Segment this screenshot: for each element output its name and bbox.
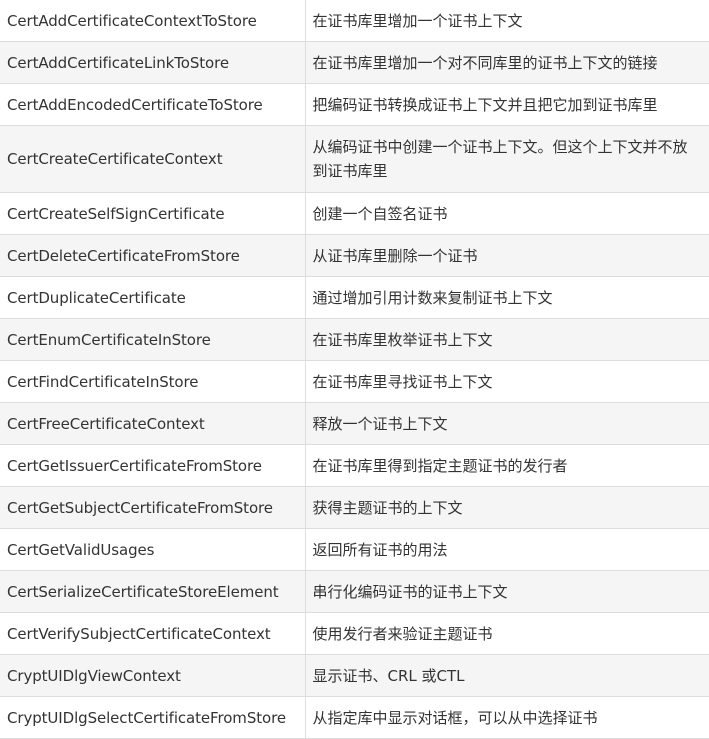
description-cell: 通过增加引用计数来复制证书上下文 xyxy=(304,276,709,319)
description-cell: 串行化编码证书的证书上下文 xyxy=(304,570,709,613)
description-cell: 创建一个自签名证书 xyxy=(304,192,709,235)
description-cell: 在证书库里增加一个证书上下文 xyxy=(304,0,709,42)
table-row: CertAddCertificateContextToStore 在证书库里增加… xyxy=(0,0,709,42)
description-cell: 从证书库里删除一个证书 xyxy=(304,234,709,277)
description-cell: 在证书库里枚举证书上下文 xyxy=(304,318,709,361)
description-cell: 使用发行者来验证主题证书 xyxy=(304,612,709,655)
function-name-cell: CertCreateSelfSignCertificate xyxy=(0,192,306,235)
table-row: CryptUIDlgSelectCertificateFromStore 从指定… xyxy=(0,696,709,739)
table-row: CertCreateSelfSignCertificate 创建一个自签名证书 xyxy=(0,192,709,235)
function-name-cell: CertVerifySubjectCertificateContext xyxy=(0,612,306,655)
table-row: CertEnumCertificateInStore 在证书库里枚举证书上下文 xyxy=(0,318,709,361)
table-row: CertGetIssuerCertificateFromStore 在证书库里得… xyxy=(0,444,709,487)
function-name-cell: CertFreeCertificateContext xyxy=(0,402,306,445)
description-cell: 在证书库里增加一个对不同库里的证书上下文的链接 xyxy=(304,41,709,84)
description-cell: 把编码证书转换成证书上下文并且把它加到证书库里 xyxy=(304,83,709,126)
function-name-cell: CertAddCertificateLinkToStore xyxy=(0,41,306,84)
table-body: CertAddCertificateContextToStore 在证书库里增加… xyxy=(0,0,709,739)
description-cell: 在证书库里寻找证书上下文 xyxy=(304,360,709,403)
table-row: CertDeleteCertificateFromStore 从证书库里删除一个… xyxy=(0,234,709,277)
function-name-cell: CertGetSubjectCertificateFromStore xyxy=(0,486,306,529)
certificate-function-table: CertAddCertificateContextToStore 在证书库里增加… xyxy=(0,0,709,739)
function-name-cell: CryptUIDlgSelectCertificateFromStore xyxy=(0,696,306,739)
function-name-cell: CryptUIDlgViewContext xyxy=(0,654,306,697)
function-name-cell: CertEnumCertificateInStore xyxy=(0,318,306,361)
function-name-cell: CertFindCertificateInStore xyxy=(0,360,306,403)
function-name-cell: CertDeleteCertificateFromStore xyxy=(0,234,306,277)
function-name-cell: CertSerializeCertificateStoreElement xyxy=(0,570,306,613)
description-cell: 从指定库中显示对话框，可以从中选择证书 xyxy=(304,696,709,739)
table-row: CertAddEncodedCertificateToStore 把编码证书转换… xyxy=(0,83,709,126)
description-cell: 在证书库里得到指定主题证书的发行者 xyxy=(304,444,709,487)
function-name-cell: CertAddCertificateContextToStore xyxy=(0,0,306,42)
table-row: CertGetSubjectCertificateFromStore 获得主题证… xyxy=(0,486,709,529)
table-row: CertVerifySubjectCertificateContext 使用发行… xyxy=(0,612,709,655)
table-row: CertSerializeCertificateStoreElement 串行化… xyxy=(0,570,709,613)
function-name-cell: CertDuplicateCertificate xyxy=(0,276,306,319)
description-cell: 从编码证书中创建一个证书上下文。但这个上下文并不放到证书库里 xyxy=(304,125,709,193)
table-row: CertCreateCertificateContext 从编码证书中创建一个证… xyxy=(0,125,709,193)
function-name-cell: CertAddEncodedCertificateToStore xyxy=(0,83,306,126)
description-cell: 显示证书、CRL 或CTL xyxy=(304,654,709,697)
table-row: CertGetValidUsages 返回所有证书的用法 xyxy=(0,528,709,571)
table-row: CertAddCertificateLinkToStore 在证书库里增加一个对… xyxy=(0,41,709,84)
table-row: CertFindCertificateInStore 在证书库里寻找证书上下文 xyxy=(0,360,709,403)
description-cell: 获得主题证书的上下文 xyxy=(304,486,709,529)
function-name-cell: CertGetIssuerCertificateFromStore xyxy=(0,444,306,487)
function-name-cell: CertCreateCertificateContext xyxy=(0,125,306,193)
table-row: CryptUIDlgViewContext 显示证书、CRL 或CTL xyxy=(0,654,709,697)
function-name-cell: CertGetValidUsages xyxy=(0,528,306,571)
description-cell: 返回所有证书的用法 xyxy=(304,528,709,571)
table-row: CertDuplicateCertificate 通过增加引用计数来复制证书上下… xyxy=(0,276,709,319)
description-cell: 释放一个证书上下文 xyxy=(304,402,709,445)
table-row: CertFreeCertificateContext 释放一个证书上下文 xyxy=(0,402,709,445)
